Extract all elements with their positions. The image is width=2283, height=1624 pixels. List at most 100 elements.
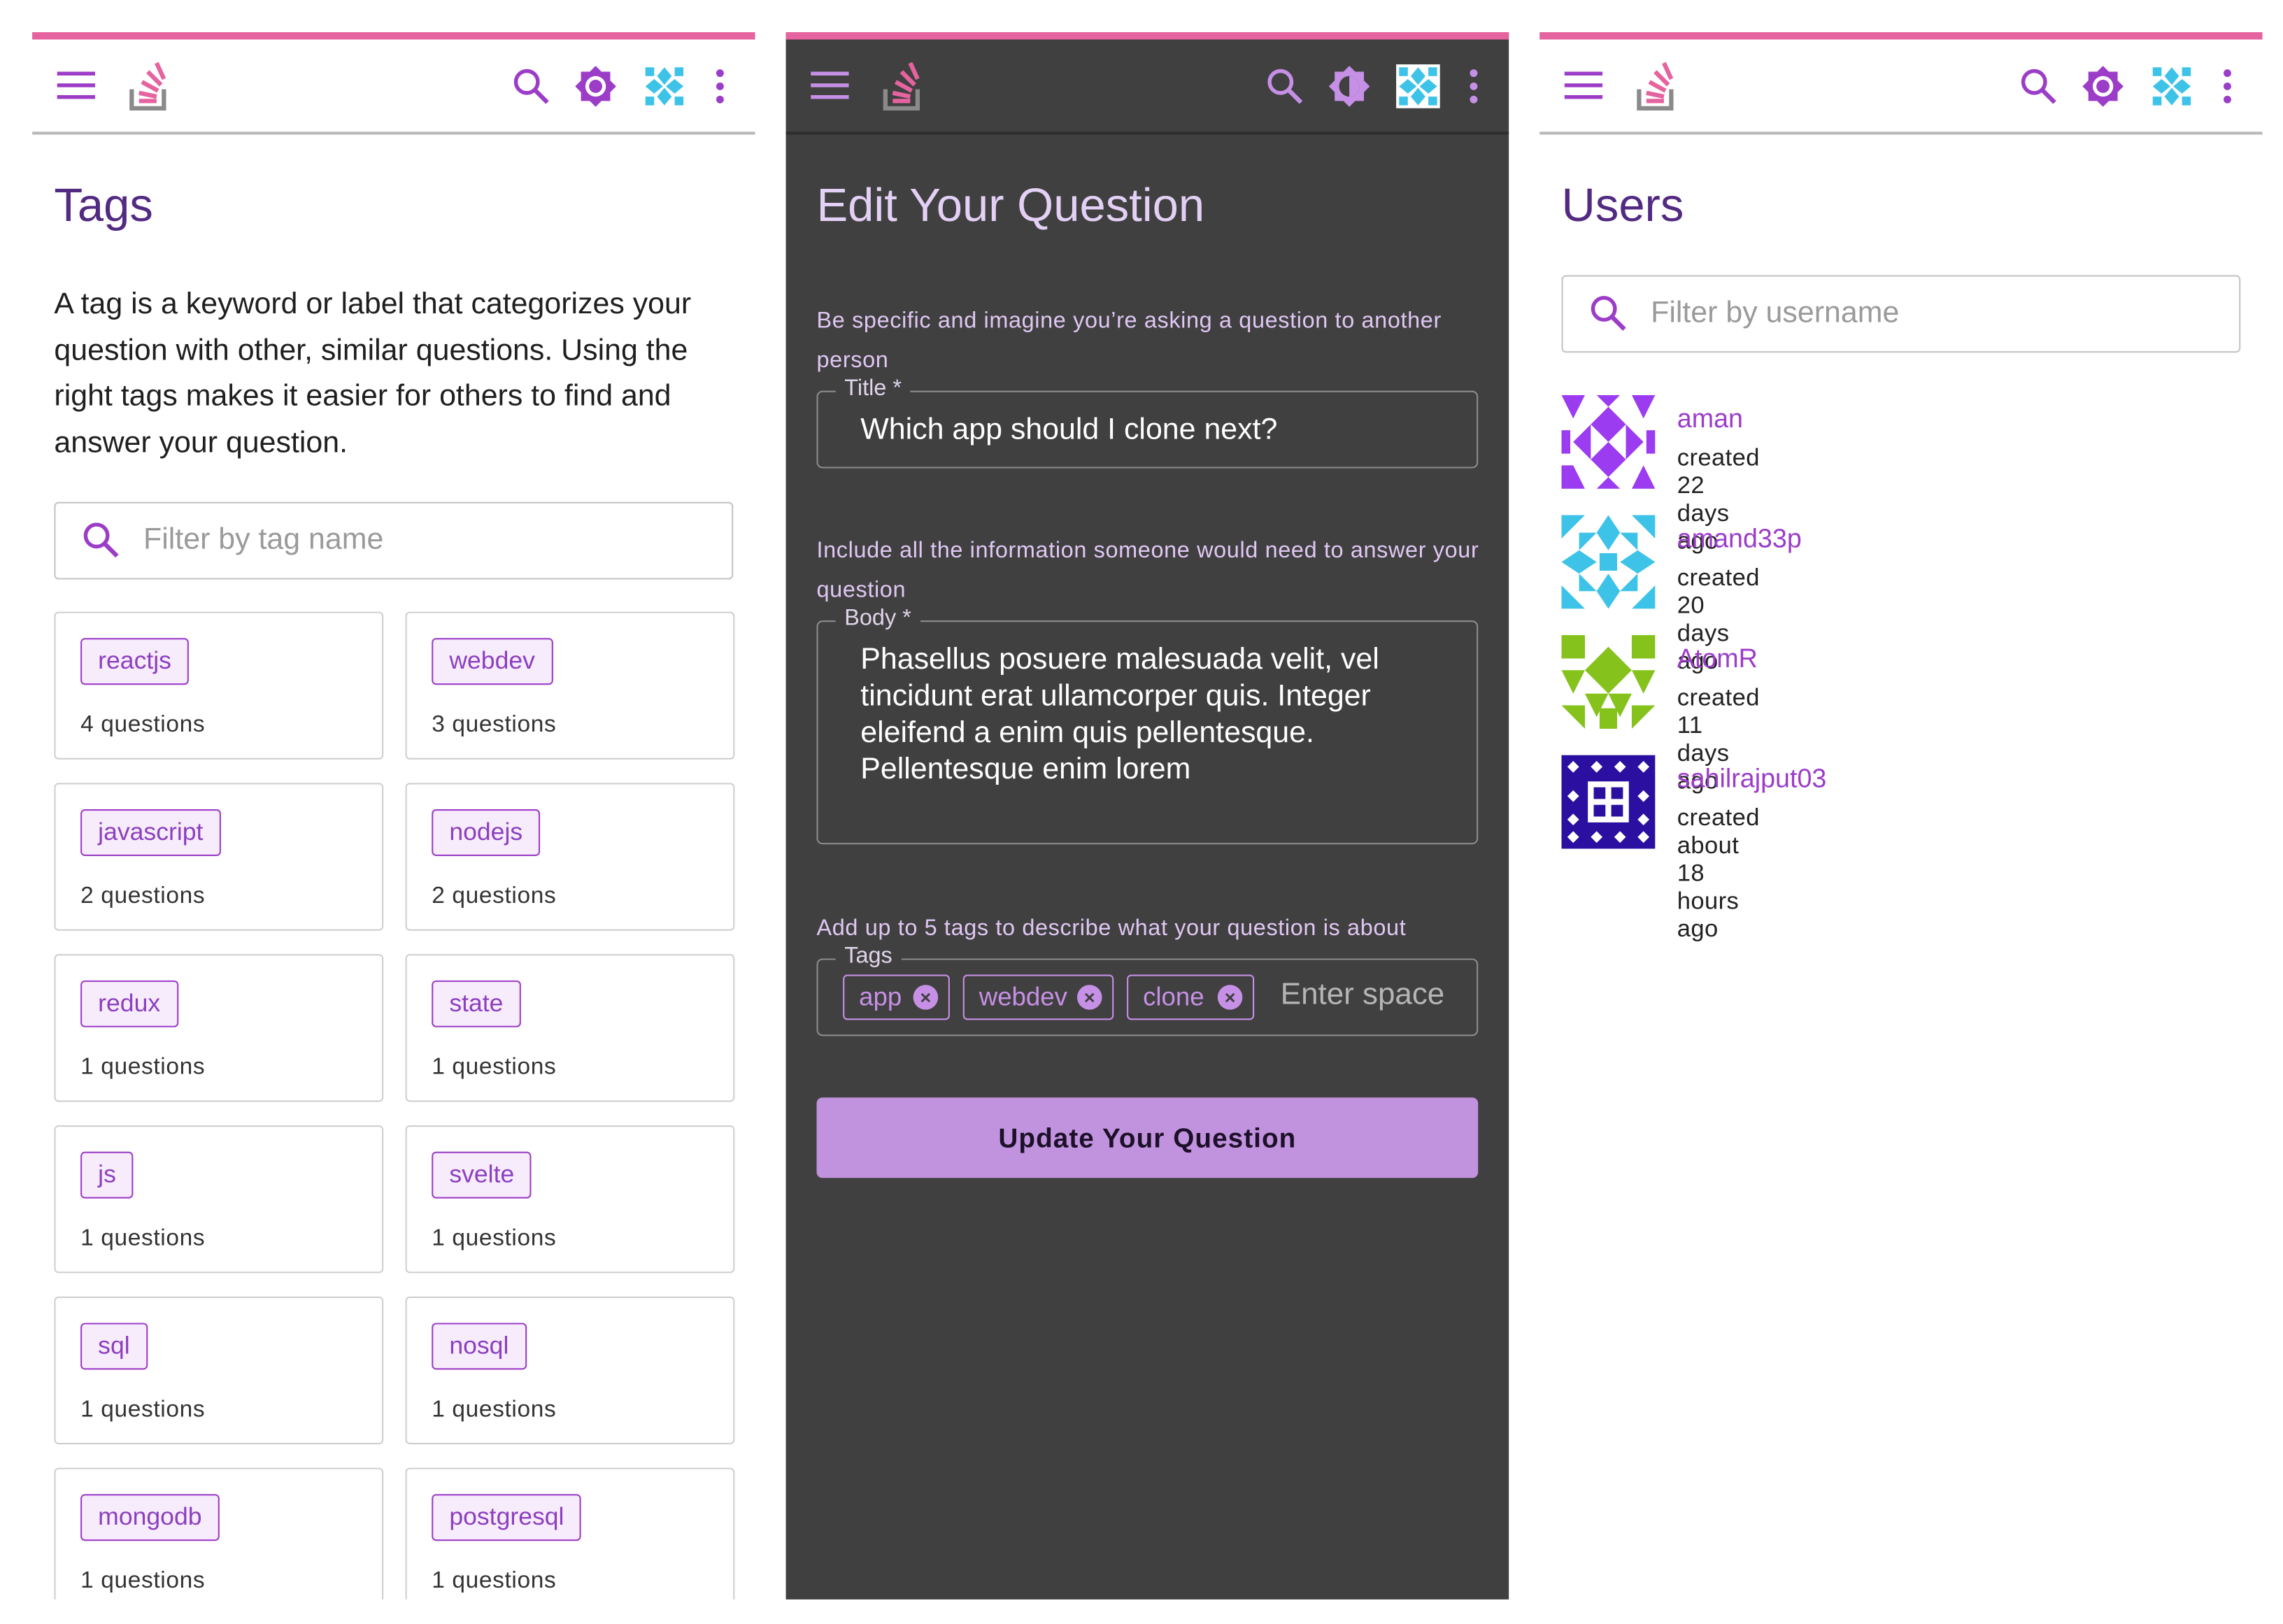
tags-label: Tags <box>835 943 902 971</box>
user-created-text: created about 18 hours ago <box>1677 804 1760 943</box>
tag-question-count: 1 questions <box>432 1055 557 1081</box>
users-panel: Users Filter by username aman created 22… <box>1539 32 2263 1600</box>
more-vert-icon[interactable] <box>2201 60 2254 113</box>
title-input-value[interactable]: Which app should I clone next? <box>860 411 1277 448</box>
tag-card[interactable]: nosql 1 questions <box>405 1296 735 1445</box>
user-avatar[interactable] <box>2149 64 2194 108</box>
menu-icon[interactable] <box>51 60 104 113</box>
tag-chip[interactable]: svelte <box>432 1151 532 1199</box>
user-identicon[interactable] <box>1561 394 1656 489</box>
tag-card[interactable]: nodejs 2 questions <box>405 783 735 931</box>
tag-card[interactable]: postgresql 1 questions <box>405 1467 735 1600</box>
search-icon <box>1591 296 1626 331</box>
username-link[interactable]: amand33p <box>1677 524 1802 555</box>
tag-card[interactable]: redux 1 questions <box>54 954 384 1102</box>
tag-search-placeholder: Filter by tag name <box>143 522 384 557</box>
tag-question-count: 2 questions <box>432 883 557 909</box>
tag-question-count: 1 questions <box>80 1397 206 1423</box>
tags-description: A tag is a keyword or label that categor… <box>54 287 692 460</box>
tag-chip[interactable]: reactjs <box>80 638 190 685</box>
menu-icon[interactable] <box>1558 60 1611 113</box>
edit-question-panel: Edit Your Question Be specific and imagi… <box>785 32 1509 1600</box>
page-title: Users <box>1561 178 1684 232</box>
tag-question-count: 1 questions <box>80 1568 206 1594</box>
tag-card[interactable]: webdev 3 questions <box>405 611 735 760</box>
tag-chip[interactable]: state <box>432 980 521 1027</box>
tag-chip-label: app <box>859 981 902 1011</box>
tag-question-count: 1 questions <box>432 1397 557 1423</box>
tag-chip-clone[interactable]: clone × <box>1127 974 1255 1020</box>
tag-chip[interactable]: sql <box>80 1323 148 1370</box>
page-title: Edit Your Question <box>816 178 1205 232</box>
tag-card[interactable]: svelte 1 questions <box>405 1125 735 1274</box>
tag-chip[interactable]: webdev <box>432 638 553 685</box>
tag-chip[interactable]: postgresql <box>432 1494 582 1541</box>
username-link[interactable]: aman <box>1677 404 1743 434</box>
tag-question-count: 4 questions <box>80 712 206 738</box>
tag-chip[interactable]: mongodb <box>80 1494 220 1541</box>
body-label: Body * <box>835 606 920 632</box>
update-question-button[interactable]: Update Your Question <box>816 1097 1479 1178</box>
user-identicon[interactable] <box>1561 755 1656 849</box>
tag-card[interactable]: js 1 questions <box>54 1125 384 1274</box>
user-search-placeholder: Filter by username <box>1651 295 1900 329</box>
app-bar <box>32 32 755 135</box>
body-hint: Include all the information someone woul… <box>816 538 1479 604</box>
menu-icon[interactable] <box>805 60 858 113</box>
tag-question-count: 3 questions <box>432 712 557 738</box>
tag-question-count: 1 questions <box>80 1055 206 1081</box>
remove-tag-icon[interactable]: × <box>913 985 939 1010</box>
stackoverflow-logo[interactable] <box>1632 60 1684 113</box>
tag-question-count: 2 questions <box>80 883 206 909</box>
user-avatar[interactable] <box>642 64 687 108</box>
user-identicon[interactable] <box>1561 515 1656 609</box>
search-icon[interactable] <box>505 60 557 113</box>
app-bar <box>785 32 1509 135</box>
tag-chip[interactable]: js <box>80 1151 134 1199</box>
tag-chip-label: clone <box>1143 981 1204 1011</box>
tag-chip[interactable]: redux <box>80 980 178 1027</box>
tag-card[interactable]: reactjs 4 questions <box>54 611 384 760</box>
theme-toggle-icon[interactable] <box>569 60 622 113</box>
user-avatar[interactable] <box>1396 64 1440 108</box>
theme-toggle-icon[interactable] <box>2077 60 2129 113</box>
tags-hint: Add up to 5 tags to describe what your q… <box>816 916 1407 941</box>
search-icon <box>83 522 119 558</box>
body-field[interactable]: Body * Phasellus posuere malesuada velit… <box>816 606 1479 845</box>
app-bar <box>1539 32 2263 135</box>
tag-chip[interactable]: nodejs <box>432 809 541 856</box>
username-link[interactable]: sahilrajput03 <box>1677 764 1827 795</box>
stackoverflow-logo[interactable] <box>125 60 177 113</box>
tag-question-count: 1 questions <box>432 1568 557 1594</box>
theme-toggle-icon[interactable] <box>1323 60 1375 113</box>
more-vert-icon[interactable] <box>1447 60 1500 113</box>
tag-chip-webdev[interactable]: webdev × <box>962 974 1114 1020</box>
tag-card[interactable]: javascript 2 questions <box>54 783 384 931</box>
user-search-input[interactable]: Filter by username <box>1561 275 2241 353</box>
search-icon[interactable] <box>1258 60 1311 113</box>
title-label: Title * <box>835 376 911 403</box>
tag-card[interactable]: mongodb 1 questions <box>54 1467 384 1600</box>
tag-chip[interactable]: nosql <box>432 1323 527 1370</box>
stackoverflow-logo[interactable] <box>878 60 930 113</box>
body-textarea-value[interactable]: Phasellus posuere malesuada velit, vel t… <box>860 641 1460 787</box>
tag-chip-app[interactable]: app × <box>843 974 950 1020</box>
title-hint: Be specific and imagine you’re asking a … <box>816 308 1442 373</box>
user-identicon[interactable] <box>1561 635 1656 729</box>
tag-card[interactable]: sql 1 questions <box>54 1296 384 1445</box>
tag-question-count: 1 questions <box>432 1226 557 1251</box>
tags-panel: Tags A tag is a keyword or label that ca… <box>32 32 755 1600</box>
page-title: Tags <box>54 178 153 232</box>
tag-question-count: 1 questions <box>80 1226 206 1251</box>
remove-tag-icon[interactable]: × <box>1076 985 1102 1010</box>
search-icon[interactable] <box>2012 60 2065 113</box>
title-field[interactable]: Title * Which app should I clone next? <box>816 376 1479 469</box>
tag-card[interactable]: state 1 questions <box>405 954 735 1102</box>
remove-tag-icon[interactable]: × <box>1217 985 1243 1010</box>
tag-chip[interactable]: javascript <box>80 809 221 856</box>
more-vert-icon[interactable] <box>694 60 746 113</box>
username-link[interactable]: AtomR <box>1677 644 1758 675</box>
tags-field[interactable]: Tags app × webdev × clone × Enter space <box>816 943 1479 1037</box>
tag-search-input[interactable]: Filter by tag name <box>54 501 734 580</box>
tags-input-placeholder[interactable]: Enter space <box>1281 978 1445 1013</box>
